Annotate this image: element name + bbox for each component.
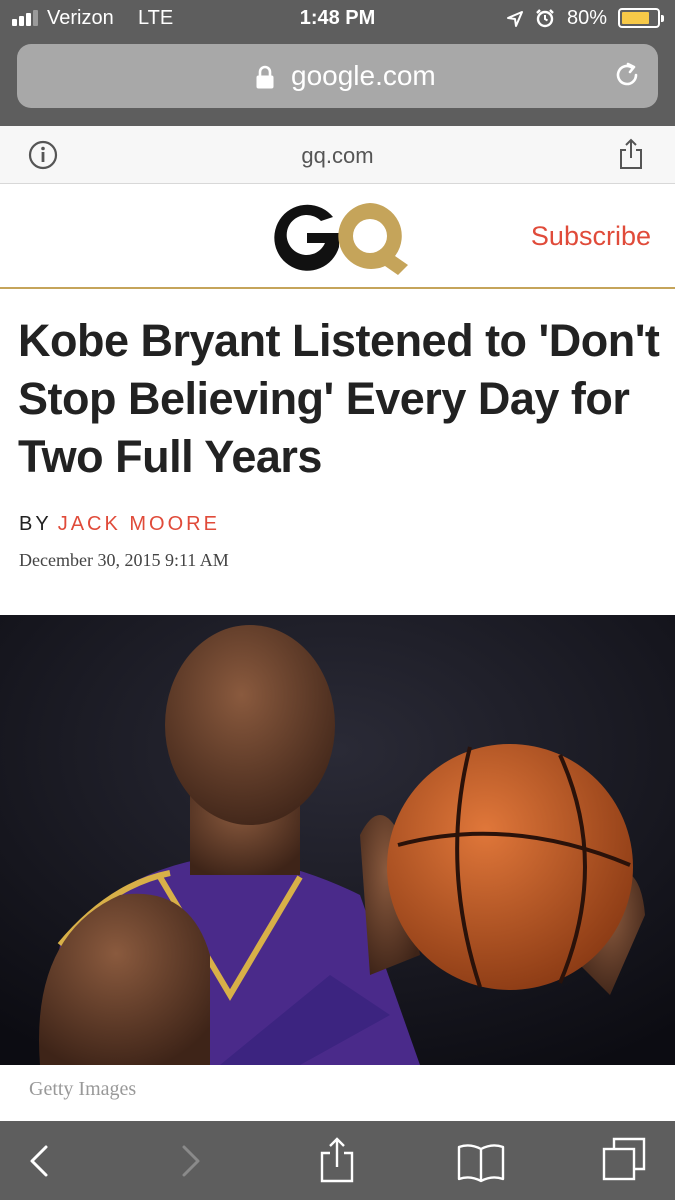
- author-link[interactable]: JACK MOORE: [58, 513, 220, 535]
- byline-prefix: BY: [19, 513, 52, 535]
- article-hero-image[interactable]: [0, 615, 675, 1065]
- logo-letter-q: [338, 203, 408, 275]
- gq-logo[interactable]: [263, 195, 413, 277]
- share-icon[interactable]: [312, 1135, 362, 1185]
- alarm-icon: [536, 9, 554, 28]
- battery-level: [622, 12, 649, 24]
- battery-percent: 80%: [567, 7, 608, 29]
- address-text[interactable]: google.com: [291, 60, 436, 92]
- article-date: December 30, 2015 9:11 AM: [19, 550, 229, 570]
- share-icon[interactable]: [618, 138, 644, 170]
- logo-letter-g: [274, 204, 339, 271]
- article-headline: Kobe Bryant Listened to 'Don't Stop Beli…: [18, 315, 660, 482]
- address-bar[interactable]: google.com: [17, 44, 658, 108]
- browser-top-chrome: Verizon LTE 1:48 PM 80% google.com: [0, 0, 675, 126]
- tabs-icon[interactable]: [600, 1135, 650, 1185]
- browser-toolbar: [0, 1121, 675, 1200]
- site-domain[interactable]: gq.com: [0, 143, 675, 169]
- article-byline: BY JACK MOORE: [19, 513, 220, 536]
- bookmarks-icon[interactable]: [456, 1135, 506, 1185]
- lock-icon: [256, 65, 274, 89]
- status-bar: Verizon LTE 1:48 PM 80%: [0, 0, 675, 38]
- image-credit: Getty Images: [29, 1078, 137, 1100]
- hero-illustration: [0, 615, 675, 1065]
- site-header: Subscribe: [0, 185, 675, 289]
- back-icon[interactable]: [14, 1135, 64, 1185]
- site-info-bar: gq.com: [0, 126, 675, 184]
- subscribe-link[interactable]: Subscribe: [531, 221, 651, 252]
- location-icon: [507, 11, 523, 27]
- battery-icon: [618, 8, 664, 28]
- forward-icon[interactable]: [166, 1135, 216, 1185]
- image-caption-area: Getty Images: [0, 1065, 675, 1121]
- reload-icon[interactable]: [612, 60, 642, 90]
